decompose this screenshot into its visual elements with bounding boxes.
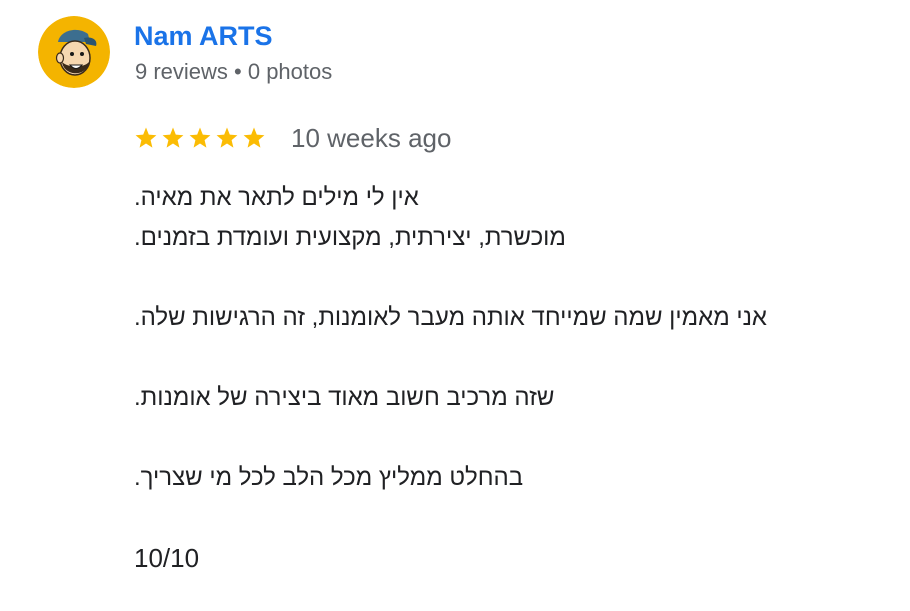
review-text: אין לי מילים לתאר את מאיה. מוכשרת, יצירת… <box>134 178 854 498</box>
cartoon-face-avatar-icon <box>38 16 110 88</box>
review-line: אין לי מילים לתאר את מאיה. <box>134 184 419 211</box>
star-icon <box>188 126 212 150</box>
reviewer-avatar[interactable] <box>38 16 110 88</box>
review-line: מוכשרת, יצירתית, מקצועית ועומדת בזמנים. <box>134 224 566 251</box>
review-score: 10/10 <box>134 543 200 573</box>
review-time: 10 weeks ago <box>291 122 452 153</box>
review-line: אני מאמין שמה שמייחד אותה מעבר לאומנות, … <box>134 304 767 331</box>
rating-row: 10 weeks ago <box>134 120 451 156</box>
star-rating <box>134 126 266 150</box>
star-icon <box>161 126 185 150</box>
review-line: בהחלט ממליץ מכל הלב לכל מי שצריך. <box>134 464 524 491</box>
star-icon <box>215 126 239 150</box>
star-icon <box>242 126 266 150</box>
review-line: שזה מרכיב חשוב מאוד ביצירה של אומנות. <box>134 384 555 411</box>
reviewer-meta: 9 reviews • 0 photos <box>135 59 333 84</box>
star-icon <box>134 126 158 150</box>
reviewer-name[interactable]: Nam ARTS <box>134 19 273 53</box>
